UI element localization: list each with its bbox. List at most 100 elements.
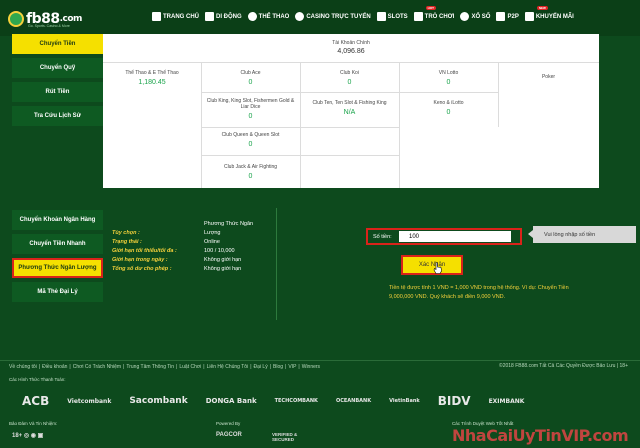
balance-cell: Keno & iLotto 0 [399,100,498,116]
balance-panel: Tài Khoản Chính 4,096.86 Thể Thao & E Th… [103,34,599,188]
detail-row: Giới hạn trong ngày : Không giới hạn [112,257,241,266]
bank-bidv-logo: BIDV [437,394,471,408]
detail-row: Tổng số dư cho phép : Không giới hạn [112,266,241,275]
main-balance-value: 4,096.86 [337,48,365,55]
method-fast-transfer[interactable]: Chuyển Tiền Nhanh [12,234,103,254]
balance-cell: Club Koi 0 [300,70,399,86]
nav-lottery[interactable]: XỔ SỐ [460,12,490,21]
balance-cell-label: Poker [541,74,556,80]
detail-value: Không giới hạn [204,257,242,263]
sidebar-item-transfer[interactable]: Chuyển Tiền [12,34,103,54]
cards-icon [496,12,506,21]
nav-slots[interactable]: SLOTS [376,12,408,21]
grid-divider [498,62,499,127]
gift-icon [524,12,534,21]
nav-label: XỔ SỐ [471,13,491,20]
nav-sports[interactable]: THỂ THAO [247,12,289,21]
sidebar-item-withdraw[interactable]: Rút Tiền [12,82,103,102]
security-seals: 18+ ◎ ◉ ▣ [12,433,44,439]
detail-value: 100 / 10,000 [204,248,235,254]
grid-divider [103,62,599,63]
balance-cell-label: Club Ten, Ten Slot & Fishing King [312,100,387,106]
sidebar-item-fund-transfer[interactable]: Chuyển Quỹ [12,58,103,78]
powered-title: Powered By [216,421,241,426]
balance-cell-label: Keno & iLotto [433,100,464,106]
grid-divider [201,92,499,93]
bank-sacombank-logo: Sacombank [129,396,188,406]
detail-label: Trạng thái : [112,239,142,245]
balance-cell-label: Club King, King Slot, Fishermen Gold & L… [206,98,295,110]
amount-tooltip: Vui lòng nhập số tiền [528,226,636,243]
detail-label: Tổng số dư cho phép : [112,266,172,272]
balance-cell-label: VN Lotto [438,70,459,76]
nav-label: CASINO TRỰC TUYẾN [306,13,371,20]
hand-cursor-icon [433,262,442,274]
nav-label: TRÒ CHƠI [424,13,455,20]
bank-logos: ACB Vietcombank Sacombank DONGA Bank TEC… [22,394,542,408]
bank-oceanbank-logo: OCEANBANK [335,398,372,404]
pagcor-logo: PAGCOR [216,432,242,438]
detail-value: Lượng [204,230,221,236]
balance-cell: Club Jack & Air Fighting 0 [201,164,300,180]
verified-secured-badge: VERIFIED & SECURED [272,432,298,442]
nav-promotions[interactable]: NEW KHUYẾN MÃI [524,6,574,21]
footer-link-blog[interactable]: Blog [273,364,283,370]
lottery-ball-icon [460,12,470,21]
nav-home[interactable]: TRANG CHỦ [152,12,199,21]
balance-cell-value: 0 [248,79,253,86]
nav-p2p[interactable]: P2P [496,12,519,21]
footer-link-agent[interactable]: Đại Lý [254,364,268,370]
detail-row: Trạng thái : Online [112,239,241,248]
method-details: Tùy chọn : Lượng Trạng thái : Online Giới … [112,230,241,275]
amount-field-group: Số tiền: 100 [366,228,522,245]
footer-link-info-center[interactable]: Trung Tâm Thông Tin [126,364,174,370]
nav-label: SLOTS [387,13,408,20]
payments-title: Các Hình Thức Thanh Toán: [9,377,66,382]
logo-mark-icon [8,11,24,27]
balance-cell: Thể Thao & E Thể Thao 1,180.45 [103,70,201,86]
balance-cell: Club Ten, Ten Slot & Fishing King N/A [300,100,399,116]
details-header: Phương Thức Ngân [204,221,254,227]
bank-techcombank-logo: TECHCOMBANK [274,398,318,404]
bank-donga-logo: DONGA Bank [205,397,257,405]
balance-cell-label: Club Ace [240,70,261,76]
main-nav: TRANG CHỦ DI ĐỘNG THỂ THAO CASINO TRỰC T… [152,6,574,21]
confirm-button[interactable]: Xác Nhận [401,255,463,275]
footer-link-contact[interactable]: Liên Hệ Chúng Tôi [207,364,249,370]
main-balance: Tài Khoản Chính 4,096.86 [103,40,599,55]
footer-link-vip[interactable]: VIP [288,364,296,370]
main-balance-label: Tài Khoản Chính [332,40,370,46]
footer-link-rules[interactable]: Luật Chơi [179,364,201,370]
nav-mobile[interactable]: DI ĐỘNG [205,12,242,21]
mobile-icon [205,12,214,21]
balance-cell-value: 0 [347,79,352,86]
nav-casino[interactable]: CASINO TRỰC TUYẾN [295,12,371,21]
balance-cell-value: 0 [248,113,253,120]
new-badge: NEW [536,6,548,10]
nav-label: DI ĐỘNG [216,13,242,20]
balance-cell: Club King, King Slot, Fishermen Gold & L… [201,98,300,120]
balance-cell-label: Club Koi [340,70,359,76]
balance-cell: Club Queen & Queen Slot 0 [201,132,300,148]
amount-input[interactable]: 100 [399,231,511,242]
footer-link-winners[interactable]: Winners [302,364,320,370]
soccer-ball-icon [247,12,257,21]
bank-vietcombank-logo: Vietcombank [67,397,112,405]
home-icon [152,12,161,21]
method-bank-transfer[interactable]: Chuyển Khoản Ngân Hàng [12,210,103,230]
slot-machine-icon [376,12,386,21]
footer-link-responsible[interactable]: Chơi Có Trách Nhiệm [73,364,121,370]
footer-link-about[interactable]: Về chúng tôi [9,364,37,370]
sidebar-item-history[interactable]: Tra Cứu Lịch Sử [12,106,103,126]
nav-label: P2P [507,13,519,20]
nav-games[interactable]: HOT TRÒ CHƠI [413,6,455,21]
bank-eximbank-logo: EXIMBANK [488,397,525,405]
bank-acb-logo: ACB [22,394,50,408]
detail-label: Giới hạn trong ngày : [112,257,168,263]
logo-suffix: .com [59,14,83,24]
method-sidebar: Chuyển Khoản Ngân Hàng Chuyển Tiền Nhanh… [12,210,103,306]
method-agent-code[interactable]: Mã Thẻ Đại Lý [12,282,103,302]
balance-cell-value: 0 [248,173,253,180]
footer-link-terms[interactable]: Điều khoản [42,364,67,370]
method-ngan-luong[interactable]: Phương Thức Ngân Lượng [12,258,103,278]
